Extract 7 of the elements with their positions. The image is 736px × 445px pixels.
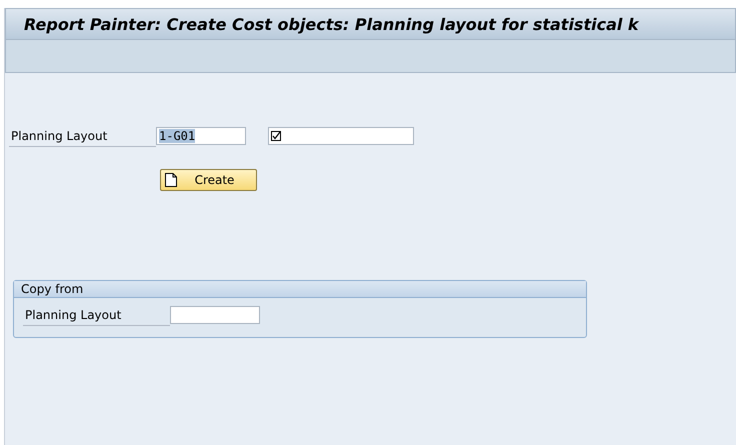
- create-button[interactable]: Create: [160, 169, 257, 191]
- description-field[interactable]: [268, 127, 414, 145]
- document-icon: [165, 173, 177, 187]
- group-title: Copy from: [14, 281, 586, 298]
- planning-layout-field[interactable]: 1-G01: [156, 127, 246, 145]
- copy-planning-layout-field[interactable]: [170, 306, 260, 324]
- window-title: Report Painter: Create Cost objects: Planning layout for statistical k: [24, 14, 639, 34]
